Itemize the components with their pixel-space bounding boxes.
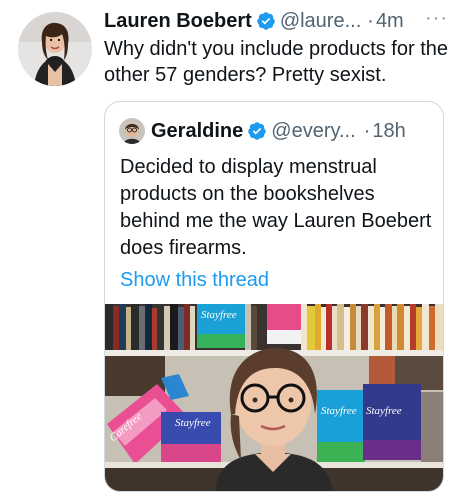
quoted-verified-badge-icon bbox=[248, 122, 267, 140]
quoted-author-handle[interactable]: @every... bbox=[271, 120, 355, 143]
tweet-timestamp[interactable]: 4m bbox=[376, 10, 404, 33]
brand-label-right-2: Stayfree bbox=[366, 405, 402, 417]
quoted-tweet-header: Geraldine @every... · 18h bbox=[119, 118, 439, 144]
profile-photo-icon bbox=[18, 12, 92, 86]
quoted-tweet-photo[interactable]: Stayfree Carefree Stayfree Stayfree Stay… bbox=[105, 304, 443, 491]
quoted-tweet[interactable]: Geraldine @every... · 18h Decided to dis… bbox=[104, 101, 444, 492]
tweet-header: Lauren Boebert @laure... · 4m ··· bbox=[104, 8, 454, 34]
brand-label-right-1: Stayfree bbox=[321, 405, 357, 417]
brand-label-top: Stayfree bbox=[201, 309, 237, 321]
quoted-tweet-text: Decided to display menstrual products on… bbox=[120, 156, 432, 259]
quoted-author-display-name[interactable]: Geraldine bbox=[151, 120, 243, 143]
more-options-icon[interactable]: ··· bbox=[425, 8, 448, 28]
separator-dot: · bbox=[367, 9, 374, 32]
tweet[interactable]: Lauren Boebert @laure... · 4m ··· Why di… bbox=[0, 0, 462, 500]
brand-label-left: Stayfree bbox=[175, 417, 211, 429]
author-avatar[interactable] bbox=[18, 12, 92, 86]
top-shelf-books bbox=[105, 304, 443, 350]
tweet-text: Why didn't you include products for the … bbox=[104, 38, 449, 86]
verified-badge-icon bbox=[257, 12, 275, 30]
show-thread-link[interactable]: Show this thread bbox=[120, 268, 269, 292]
quoted-separator-dot: · bbox=[363, 119, 371, 142]
quoted-tweet-timestamp[interactable]: 18h bbox=[372, 120, 405, 143]
author-handle[interactable]: @laure... bbox=[280, 10, 361, 33]
bookshelf-photo: Stayfree Carefree Stayfree Stayfree Stay… bbox=[105, 304, 443, 491]
quoted-author-avatar[interactable] bbox=[119, 118, 145, 144]
quoted-profile-photo-icon bbox=[119, 118, 145, 144]
author-display-name[interactable]: Lauren Boebert bbox=[104, 10, 252, 33]
